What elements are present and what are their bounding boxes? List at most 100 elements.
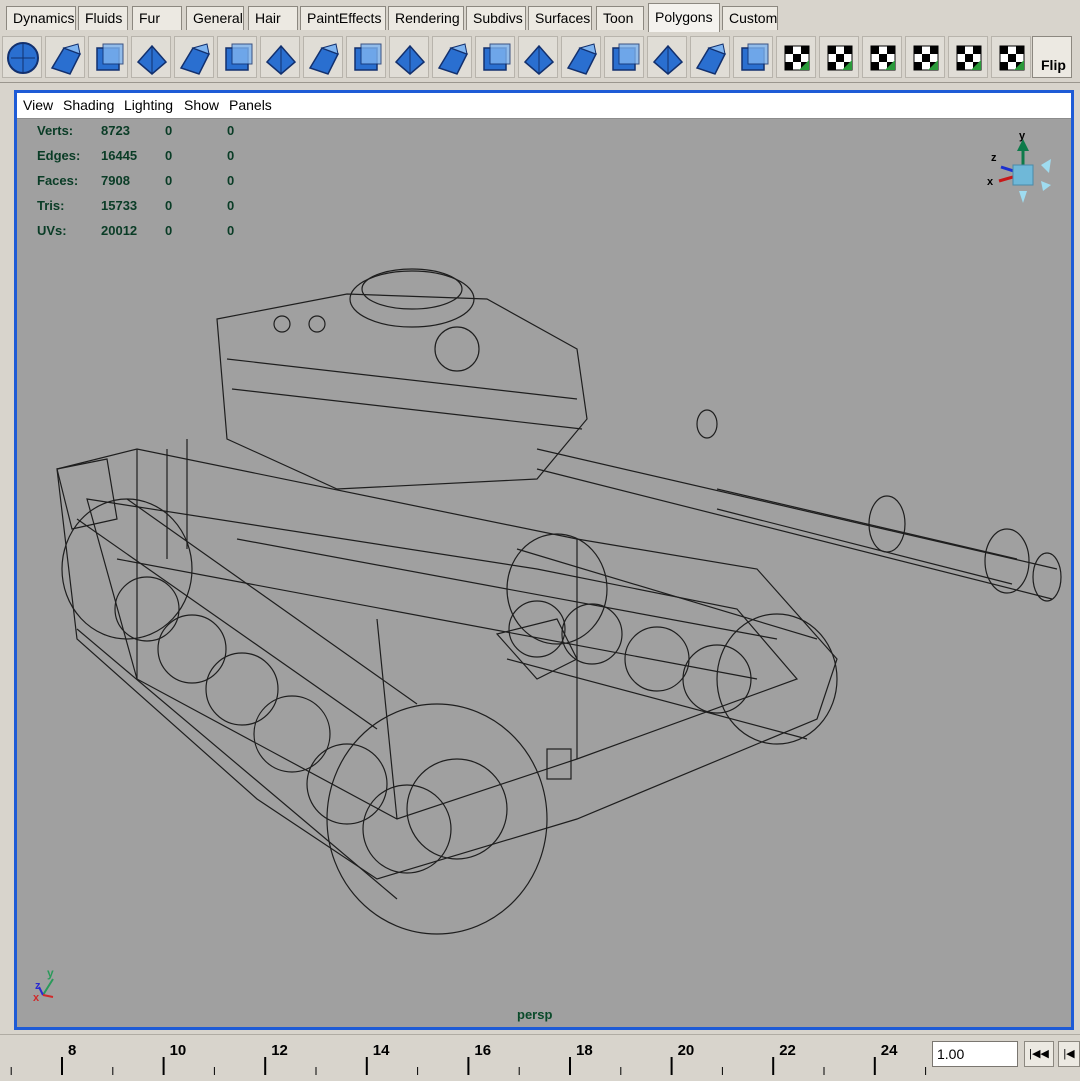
tab-dynamics[interactable]: Dynamics [6,6,76,30]
flip-button[interactable]: Flip [1032,36,1072,78]
perspective-viewport[interactable]: View Shading Lighting Show Panels Verts:… [14,90,1074,1030]
time-tick-label: 14 [373,1042,390,1059]
polygon-plane-button[interactable] [217,36,257,78]
polygon-torus-button[interactable] [174,36,214,78]
hud-v2: 0 [165,123,173,138]
spherical-map-icon [870,45,896,71]
cylindrical-map-button[interactable] [819,36,859,78]
tank-wireframe-model[interactable] [17,119,1071,1007]
world-axis-indicator: y z x [33,966,54,1004]
tab-custom[interactable]: Custom [722,6,778,30]
tab-polygons[interactable]: Polygons [648,3,720,32]
go-to-start-button[interactable]: |◀◀ [1024,1041,1054,1067]
step-back-button[interactable]: |◀ [1058,1041,1080,1067]
tab-general[interactable]: General [186,6,244,30]
hud-v1: 7908 [101,173,130,188]
merge-vertices-button[interactable] [432,36,472,78]
tab-painteffects[interactable]: PaintEffects [300,6,386,30]
uv-editor-icon [956,45,982,71]
uv-snapshot-icon [999,45,1025,71]
axis-z-label: z [35,980,41,992]
hud-v2: 0 [165,173,173,188]
hud-v1: 16445 [101,148,138,163]
menu-show[interactable]: Show [184,97,219,113]
camera-name-label: persp [517,1007,553,1022]
menu-view[interactable]: View [23,97,53,113]
spherical-map-button[interactable] [862,36,902,78]
planar-map-icon [784,45,810,71]
go-to-start-icon: |◀◀ [1029,1048,1049,1060]
current-frame-field[interactable]: 1.00 [932,1041,1018,1067]
hud-v2: 0 [165,148,173,163]
subdivide-icon [566,43,598,75]
bevel-icon [394,44,426,75]
planar-map-button[interactable] [776,36,816,78]
tab-subdivs[interactable]: Subdivs [466,6,526,30]
axis-y-label: y [47,966,54,980]
hud-label: Tris: [37,198,65,213]
bevel-button[interactable] [389,36,429,78]
time-tick-label: 16 [474,1042,491,1059]
menu-panels[interactable]: Panels [229,97,272,113]
move-pivot-icon [741,43,769,71]
append-polygon-button[interactable] [475,36,515,78]
uv-editor-button[interactable] [948,36,988,78]
time-tick-label: 18 [576,1042,593,1059]
tab-surfaces[interactable]: Surfaces [528,6,592,30]
polygon-sphere-icon [7,42,39,74]
extrude-edge-icon [354,43,382,71]
shelf-icon-bar: Flip [0,32,1080,83]
step-back-icon: |◀ [1063,1048,1075,1060]
hud-v3: 0 [227,223,235,238]
append-polygon-icon [483,43,511,71]
automatic-map-button[interactable] [905,36,945,78]
polygon-sphere-button[interactable] [2,36,42,78]
time-slider[interactable]: 8 10 12 14 16 18 20 22 24 1.00 |◀◀ |◀ [0,1034,1080,1081]
time-tick-label: 8 [68,1042,76,1059]
separate-icon [695,43,727,75]
hud-label: Verts: [37,123,74,138]
polygon-cylinder-button[interactable] [88,36,128,78]
polygon-cube-icon [50,43,82,75]
polygon-cube-button[interactable] [45,36,85,78]
panel-menu-bar: View Shading Lighting Show Panels [17,93,1071,119]
view-cube-y-label: y [1019,130,1026,142]
smooth-button[interactable] [604,36,644,78]
extrude-face-icon [308,43,340,75]
smooth-icon [612,43,640,71]
extrude-face-button[interactable] [303,36,343,78]
hud-v3: 0 [227,173,235,188]
tab-fluids[interactable]: Fluids [78,6,128,30]
hud-v1: 15733 [101,198,138,213]
subdivide-button[interactable] [561,36,601,78]
hud-v3: 0 [227,198,235,213]
extrude-edge-button[interactable] [346,36,386,78]
menu-lighting[interactable]: Lighting [124,97,173,113]
merge-vertices-icon [437,43,469,75]
time-ruler[interactable]: 8 10 12 14 16 18 20 22 24 [0,1035,930,1081]
cut-faces-button[interactable] [518,36,558,78]
tab-rendering[interactable]: Rendering [388,6,464,30]
axis-x-label: x [33,992,40,1004]
hud-label: Faces: [37,173,79,188]
menu-shading[interactable]: Shading [63,97,114,113]
combine-button[interactable] [647,36,687,78]
tab-fur[interactable]: Fur [132,6,182,30]
split-polygon-button[interactable] [260,36,300,78]
polygon-plane-icon [225,43,253,71]
uv-snapshot-button[interactable] [991,36,1031,78]
polygon-cone-icon [136,44,168,75]
view-cube-z-label: z [991,152,997,164]
cut-faces-icon [523,44,555,75]
tab-hair[interactable]: Hair [248,6,298,30]
cylindrical-map-icon [827,45,853,71]
hud-v2: 0 [165,223,173,238]
view-axis-gizmo[interactable]: y z x [983,129,1063,209]
move-pivot-button[interactable] [733,36,773,78]
polygon-cone-button[interactable] [131,36,171,78]
separate-button[interactable] [690,36,730,78]
time-tick-label: 22 [779,1042,796,1059]
shelf-tabs: Dynamics Fluids Fur General Hair PaintEffects… [0,0,1080,33]
tab-toon[interactable]: Toon [596,6,644,30]
time-tick-label: 24 [881,1042,898,1059]
